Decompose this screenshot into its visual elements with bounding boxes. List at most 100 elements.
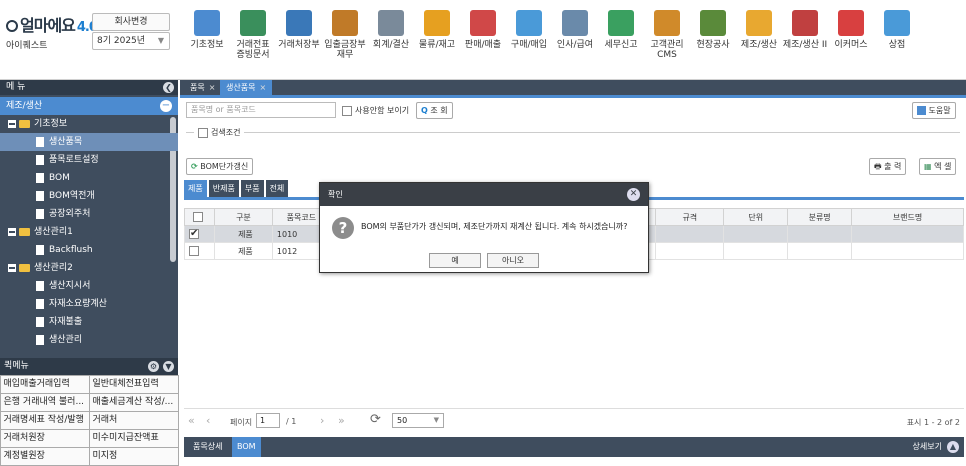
menu-group-manufacturing[interactable]: 제조/생산 − <box>0 97 178 115</box>
ecommerce-icon <box>838 10 864 36</box>
sidebar-item[interactable]: 생산관리1 <box>0 223 178 241</box>
search-button[interactable]: Q 조 회 <box>416 102 453 119</box>
print-button[interactable]: 🖶 출 력 <box>869 158 907 175</box>
quickmenu-item[interactable]: 은행 거래내역 불러... <box>0 392 90 412</box>
item-type-tab[interactable]: 제품 <box>184 180 207 197</box>
sidebar-item[interactable]: 자재불출 <box>0 313 178 331</box>
top-menu-label: 회계/결산 <box>372 40 410 50</box>
detail-tab[interactable]: 품목상세 <box>188 437 227 457</box>
search-input[interactable]: 품목명 or 품목코드 <box>186 102 336 118</box>
prev-page-icon[interactable]: ‹ <box>206 414 210 427</box>
search-conditions-checkbox[interactable] <box>198 127 208 138</box>
next-page-icon[interactable]: › <box>320 414 324 427</box>
top-menu-item[interactable]: 구매/매입 <box>506 0 552 80</box>
yes-button[interactable]: 예 <box>429 253 481 268</box>
bom-price-update-button[interactable]: ⟳ BOM단가갱신 <box>186 158 254 175</box>
top-menu-item[interactable]: 입출금장부 재무 <box>322 0 368 80</box>
quickmenu-item[interactable]: 거래처 <box>88 410 179 430</box>
detail-view-label[interactable]: 상세보기 <box>913 437 942 457</box>
sidebar-item[interactable]: 생산관리 <box>0 331 178 349</box>
top-menu-item[interactable]: 제조/생산 II <box>782 0 828 80</box>
minus-icon[interactable]: − <box>160 100 172 112</box>
quickmenu-item[interactable]: 거래명세표 작성/발행 <box>0 410 90 430</box>
quickmenu-item[interactable]: 일반대체전표입력 <box>88 374 179 394</box>
table-cell <box>787 225 853 243</box>
column-header[interactable] <box>184 208 215 226</box>
top-menu-label: 현장공사 <box>696 40 730 50</box>
quickmenu-item[interactable]: 매출세금계산 작성/... <box>88 392 179 412</box>
period-select[interactable]: 8기 2025년 ▼ <box>92 32 170 50</box>
collapse-icon[interactable] <box>8 263 16 272</box>
item-type-tab[interactable]: 전체 <box>265 180 289 197</box>
print-button-label: 출 력 <box>884 162 902 171</box>
company-name: 아이퀘스트 <box>6 41 48 51</box>
quickmenu-item[interactable]: 미지정 <box>88 446 179 466</box>
sidebar-item-label: 공장외주처 <box>49 209 91 219</box>
column-header[interactable]: 브랜드명 <box>851 208 964 226</box>
sidebar-item[interactable]: 생산품목 <box>0 133 178 151</box>
tab-production-items[interactable]: 생산품목 × <box>220 80 273 95</box>
column-header[interactable]: 단위 <box>723 208 789 226</box>
sidebar-item[interactable]: 품목로트설정 <box>0 151 178 169</box>
sidebar-item[interactable]: 기초정보 <box>0 115 178 133</box>
company-change-button[interactable]: 회사변경 <box>92 13 170 31</box>
chevron-up-icon[interactable]: ▲ <box>947 441 959 453</box>
top-menu-item[interactable]: 세무신고 <box>598 0 644 80</box>
help-button[interactable]: 도움말 <box>912 102 956 119</box>
sidebar-item[interactable]: 생산지시서 <box>0 277 178 295</box>
quickmenu-item[interactable]: 계정별원장 <box>0 446 90 466</box>
tab-items[interactable]: 품목 × <box>184 80 221 95</box>
collapse-left-icon[interactable]: ❮ <box>163 82 174 93</box>
search-conditions-toggle[interactable]: 검색조건 <box>194 127 245 138</box>
quickmenu-item[interactable]: 매입매출거래입력 <box>0 374 90 394</box>
show-unused-toggle[interactable]: 사용안함 보이기 <box>342 105 409 116</box>
top-menu-item[interactable]: 기초정보 <box>184 0 230 80</box>
gear-icon[interactable]: ⚙ <box>148 361 159 372</box>
column-header[interactable]: 규격 <box>655 208 725 226</box>
top-menu-item[interactable]: 고객관리 CMS <box>644 0 690 80</box>
sidebar-item[interactable]: 공장외주처 <box>0 205 178 223</box>
chevron-down-icon[interactable]: ▼ <box>163 361 174 372</box>
detail-tab[interactable]: BOM <box>232 437 261 457</box>
row-checkbox-cell[interactable] <box>184 242 215 260</box>
top-menu-item[interactable]: 상점 <box>874 0 920 80</box>
refresh-icon[interactable]: ⟳ <box>370 412 381 427</box>
select-all-checkbox[interactable] <box>192 212 203 222</box>
top-menu-item[interactable]: 거래전표 증빙문서 <box>230 0 276 80</box>
no-button[interactable]: 아니오 <box>487 253 539 268</box>
top-menu-item[interactable]: 이커머스 <box>828 0 874 80</box>
close-tab-icon[interactable]: × <box>209 83 216 92</box>
sidebar-item[interactable]: 자재소요량계산 <box>0 295 178 313</box>
quickmenu-item[interactable]: 미수미지급잔액표 <box>88 428 179 448</box>
top-menu-item[interactable]: 거래처장부 <box>276 0 322 80</box>
item-type-tab[interactable]: 부품 <box>240 180 264 197</box>
sidebar-item[interactable]: BOM역전개 <box>0 187 178 205</box>
row-checkbox[interactable] <box>189 246 199 256</box>
column-header[interactable]: 구분 <box>213 208 273 226</box>
quickmenu-item[interactable]: 거래처원장 <box>0 428 90 448</box>
top-menu-item[interactable]: 제조/생산 <box>736 0 782 80</box>
page-size-select[interactable]: 50 ▼ <box>392 413 444 428</box>
sidebar-item-label: 생산관리2 <box>34 263 73 273</box>
item-type-tab[interactable]: 반제품 <box>208 180 239 197</box>
collapse-icon[interactable] <box>8 119 16 128</box>
sidebar-item[interactable]: 생산관리2 <box>0 259 178 277</box>
top-menu-item[interactable]: 물류/재고 <box>414 0 460 80</box>
sidebar-item[interactable]: BOM <box>0 169 178 187</box>
top-menu-item[interactable]: 현장공사 <box>690 0 736 80</box>
last-page-icon[interactable]: » <box>338 414 345 427</box>
row-checkbox-cell[interactable]: ✔ <box>184 225 215 243</box>
top-menu-item[interactable]: 판매/매출 <box>460 0 506 80</box>
checked-checkbox[interactable]: ✔ <box>189 229 199 239</box>
top-menu-item[interactable]: 인사/급여 <box>552 0 598 80</box>
excel-button[interactable]: ▦ 엑 셀 <box>919 158 957 175</box>
first-page-icon[interactable]: « <box>188 414 195 427</box>
show-unused-checkbox[interactable] <box>342 105 352 116</box>
top-menu-item[interactable]: 회계/결산 <box>368 0 414 80</box>
sidebar-item[interactable]: Backflush <box>0 241 178 259</box>
column-header[interactable]: 분류명 <box>787 208 853 226</box>
close-icon[interactable]: ✕ <box>627 188 640 201</box>
collapse-icon[interactable] <box>8 227 16 236</box>
page-input[interactable]: 1 <box>256 413 280 428</box>
close-tab-icon[interactable]: × <box>259 83 266 92</box>
